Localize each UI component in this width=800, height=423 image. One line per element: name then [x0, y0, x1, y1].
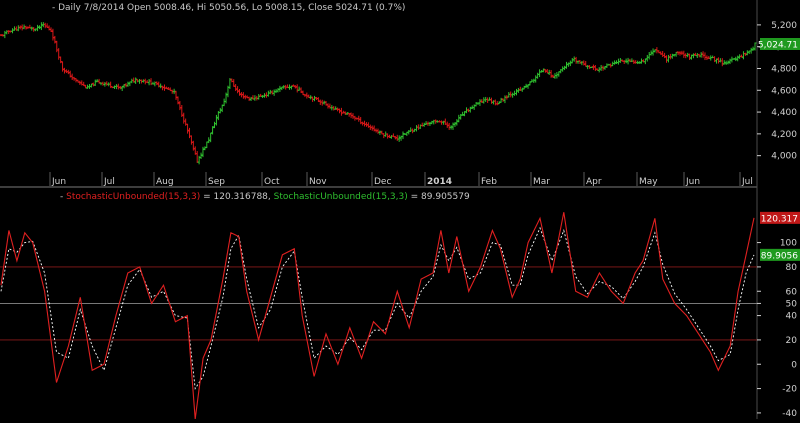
date-axis-label: Jun — [685, 177, 700, 187]
price-axis-tick-label: 4,400 — [771, 108, 797, 118]
stoch-d-value: = 89.905579 — [411, 192, 470, 202]
date-axis-label: Sep — [208, 177, 225, 187]
date-axis-label: May — [639, 177, 658, 187]
stoch-axis-tick-label: 50 — [786, 299, 798, 309]
stoch-d-last-value-label: 89.9056 — [761, 251, 798, 261]
stoch-k-label: StochasticUnbounded(15,3,3) — [66, 192, 200, 202]
stoch-axis-tick-label: 20 — [786, 336, 798, 346]
date-axis-label: Jul — [741, 177, 753, 187]
date-axis-label: Oct — [264, 177, 280, 187]
price-axis-tick-label: 4,800 — [771, 64, 797, 74]
stoch-axis-tick-label: 0 — [791, 360, 797, 370]
date-axis-label: Dec — [374, 177, 391, 187]
date-axis-label: Aug — [156, 177, 174, 187]
price-last-value-label: 5,024.71 — [758, 40, 798, 50]
price-title: - Daily 7/8/2014 Open 5008.46, Hi 5050.5… — [52, 3, 405, 13]
stoch-axis-tick-label: 100 — [780, 239, 797, 249]
stoch-axis-tick-label: 40 — [786, 312, 798, 322]
date-axis-label: Jul — [103, 177, 115, 187]
date-axis-label: Feb — [481, 177, 497, 187]
date-axis-label: Nov — [309, 177, 327, 187]
date-axis-label: Mar — [533, 177, 550, 187]
date-axis-label: 2014 — [427, 177, 452, 187]
stoch-axis-tick-label: -20 — [782, 385, 797, 395]
date-axis-label: Apr — [586, 177, 602, 187]
stoch-title: - StochasticUnbounded(15,3,3) = 120.3167… — [60, 192, 470, 202]
price-axis-tick-label: 4,600 — [771, 86, 797, 96]
date-axis-label: Jun — [51, 177, 66, 187]
stoch-k-value: = 120.316788, — [203, 192, 274, 202]
stoch-axis-tick-label: 60 — [786, 287, 798, 297]
price-axis-tick-label: 5,200 — [771, 21, 797, 31]
stoch-d-label: StochasticUnbounded(15,3,3) — [274, 192, 408, 202]
chart-root: 4,0004,2004,4004,6004,8005,0005,2005,024… — [0, 0, 800, 420]
chart-canvas[interactable]: 4,0004,2004,4004,6004,8005,0005,2005,024… — [0, 0, 800, 420]
stoch-axis-tick-label: -40 — [782, 409, 797, 419]
price-axis-tick-label: 4,000 — [771, 152, 797, 162]
price-axis-tick-label: 4,200 — [771, 130, 797, 140]
price-title-text: Daily 7/8/2014 Open 5008.46, Hi 5050.56,… — [58, 3, 405, 13]
stoch-k-last-value-label: 120.317 — [761, 214, 798, 224]
stoch-axis-tick-label: 80 — [786, 263, 798, 273]
